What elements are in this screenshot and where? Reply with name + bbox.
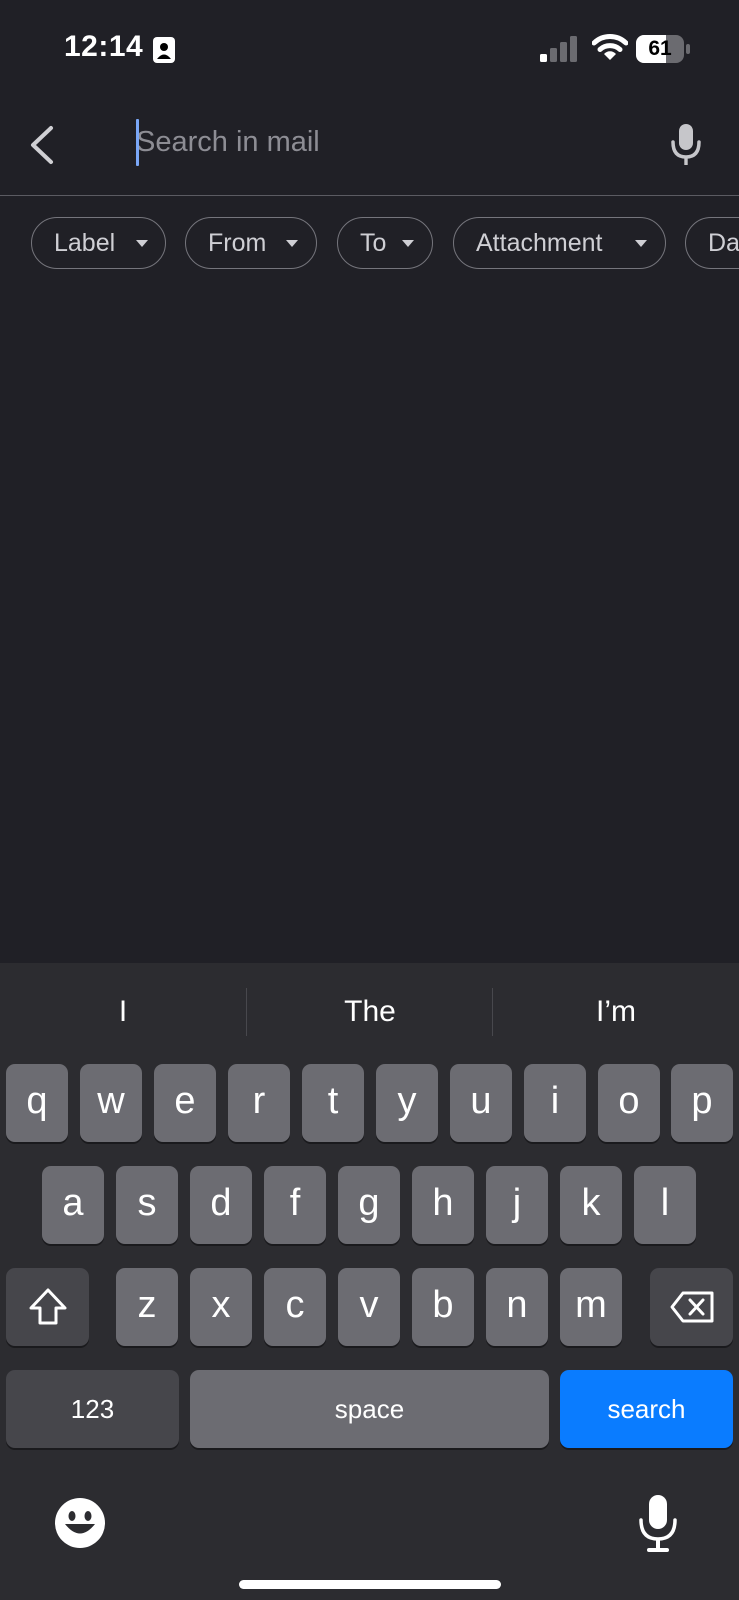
key-f[interactable]: f — [264, 1166, 326, 1244]
key-v[interactable]: v — [338, 1268, 400, 1346]
dropdown-arrow-icon — [635, 240, 647, 247]
id-card-icon — [153, 37, 175, 63]
delete-key[interactable] — [650, 1268, 733, 1346]
key-x[interactable]: x — [190, 1268, 252, 1346]
filter-chip-to[interactable]: To — [337, 217, 433, 269]
key-m[interactable]: m — [560, 1268, 622, 1346]
numbers-key[interactable]: 123 — [6, 1370, 179, 1448]
key-y[interactable]: y — [376, 1064, 438, 1142]
dropdown-arrow-icon — [402, 240, 414, 247]
chip-label-text: Label — [54, 229, 116, 257]
status-bar: 12:14 61 — [0, 0, 739, 100]
filter-chip-date[interactable]: Da — [685, 217, 739, 269]
shift-key[interactable] — [6, 1268, 89, 1346]
key-q[interactable]: q — [6, 1064, 68, 1142]
key-r[interactable]: r — [228, 1064, 290, 1142]
key-h[interactable]: h — [412, 1166, 474, 1244]
dropdown-arrow-icon — [286, 240, 298, 247]
chip-label-text: From — [208, 229, 267, 257]
filter-chip-label[interactable]: Label — [31, 217, 166, 269]
key-s[interactable]: s — [116, 1166, 178, 1244]
key-j[interactable]: j — [486, 1166, 548, 1244]
shift-icon — [29, 1288, 67, 1325]
filter-chip-from[interactable]: From — [185, 217, 317, 269]
filter-chip-attachment[interactable]: Attachment — [453, 217, 666, 269]
key-n[interactable]: n — [486, 1268, 548, 1346]
chip-label-text: Da — [708, 229, 739, 257]
key-p[interactable]: p — [671, 1064, 733, 1142]
key-z[interactable]: z — [116, 1268, 178, 1346]
search-bar — [0, 100, 739, 196]
home-indicator[interactable] — [239, 1580, 501, 1589]
key-t[interactable]: t — [302, 1064, 364, 1142]
clock: 12:14 — [64, 30, 144, 63]
key-b[interactable]: b — [412, 1268, 474, 1346]
dropdown-arrow-icon — [136, 240, 148, 247]
search-input[interactable] — [136, 116, 636, 168]
key-d[interactable]: d — [190, 1166, 252, 1244]
filter-chips: Label From To Attachment Da — [0, 215, 739, 275]
suggestion-2[interactable]: The — [247, 977, 493, 1047]
suggestion-1[interactable]: I — [0, 977, 246, 1047]
text-caret — [136, 119, 139, 166]
back-arrow-icon[interactable] — [24, 120, 64, 170]
key-a[interactable]: a — [42, 1166, 104, 1244]
key-l[interactable]: l — [634, 1166, 696, 1244]
battery-level: 61 — [648, 37, 672, 60]
key-u[interactable]: u — [450, 1064, 512, 1142]
emoji-icon[interactable] — [54, 1497, 106, 1549]
key-i[interactable]: i — [524, 1064, 586, 1142]
key-g[interactable]: g — [338, 1166, 400, 1244]
key-c[interactable]: c — [264, 1268, 326, 1346]
key-e[interactable]: e — [154, 1064, 216, 1142]
key-k[interactable]: k — [560, 1166, 622, 1244]
search-key[interactable]: search — [560, 1370, 733, 1448]
key-w[interactable]: w — [80, 1064, 142, 1142]
space-key[interactable]: space — [190, 1370, 549, 1448]
cellular-signal-icon — [540, 36, 577, 62]
chip-label-text: To — [360, 229, 387, 257]
chip-label-text: Attachment — [476, 229, 603, 257]
microphone-icon[interactable] — [668, 120, 704, 170]
backspace-icon — [670, 1291, 714, 1323]
suggestion-3[interactable]: I’m — [493, 977, 739, 1047]
on-screen-keyboard: I The I’m q w e r t y u i o p a s d f g … — [0, 963, 739, 1600]
key-o[interactable]: o — [598, 1064, 660, 1142]
dictation-microphone-icon[interactable] — [636, 1493, 680, 1555]
wifi-icon — [592, 34, 628, 60]
